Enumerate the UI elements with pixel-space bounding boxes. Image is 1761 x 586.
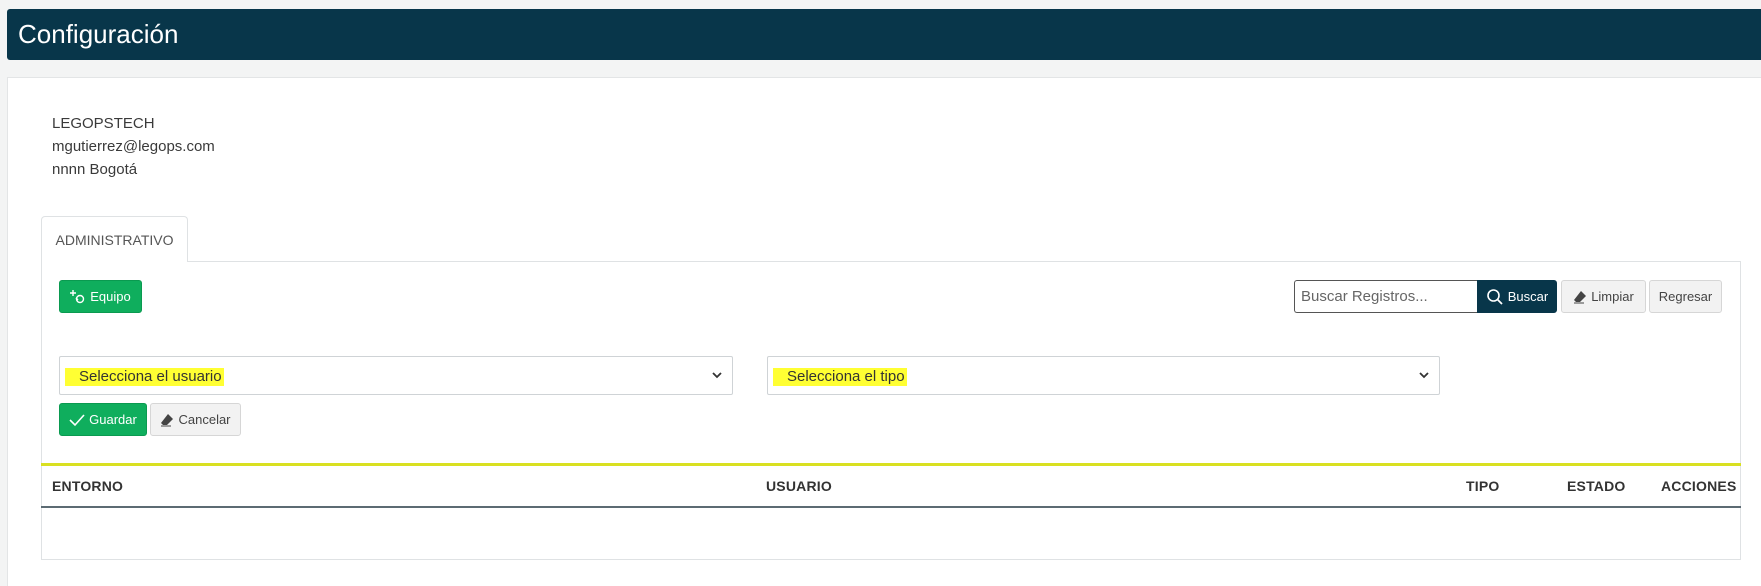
page-header: Configuración — [7, 9, 1761, 60]
cancel-button-label: Cancelar — [178, 412, 231, 427]
table-header-divider — [41, 506, 1741, 508]
search-button[interactable]: Buscar — [1477, 280, 1557, 313]
add-team-label: Equipo — [90, 289, 131, 304]
back-button-label: Regresar — [1658, 289, 1713, 304]
chevron-down-icon — [1419, 372, 1429, 379]
save-button-label: Guardar — [89, 412, 137, 427]
clear-button[interactable]: Limpiar — [1561, 280, 1646, 313]
user-select[interactable]: Selecciona el usuario — [59, 356, 733, 395]
type-select-value: Selecciona el tipo — [773, 368, 907, 386]
back-button[interactable]: Regresar — [1649, 280, 1722, 313]
save-button[interactable]: Guardar — [59, 403, 147, 436]
chevron-down-icon — [712, 372, 722, 379]
tab-administrativo[interactable]: ADMINISTRATIVO — [41, 216, 188, 262]
column-header-usuario: USUARIO — [766, 478, 832, 494]
column-header-estado: ESTADO — [1567, 478, 1626, 494]
add-team-button[interactable]: Equipo — [59, 280, 142, 313]
add-user-icon — [70, 289, 85, 303]
column-header-entorno: ENTORNO — [52, 478, 124, 494]
type-select[interactable]: Selecciona el tipo — [767, 356, 1440, 395]
clear-button-label: Limpiar — [1591, 289, 1634, 304]
table-accent-line — [41, 463, 1741, 466]
column-header-tipo: TIPO — [1466, 478, 1500, 494]
account-info: LEGOPSTECH mgutierrez@legops.com nnnn Bo… — [52, 112, 215, 181]
column-header-acciones: ACCIONES — [1661, 478, 1737, 494]
cancel-button[interactable]: Cancelar — [150, 403, 241, 436]
account-email: mgutierrez@legops.com — [52, 138, 215, 155]
account-location: nnnn Bogotá — [52, 161, 138, 178]
search-icon — [1486, 288, 1503, 305]
eraser-icon — [1574, 290, 1587, 303]
user-select-value: Selecciona el usuario — [65, 368, 224, 386]
company-name: LEGOPSTECH — [52, 115, 155, 132]
search-button-label: Buscar — [1507, 289, 1549, 304]
check-icon — [69, 413, 85, 426]
search-input[interactable] — [1294, 280, 1478, 313]
eraser-icon — [161, 413, 174, 426]
page-title: Configuración — [18, 19, 179, 49]
